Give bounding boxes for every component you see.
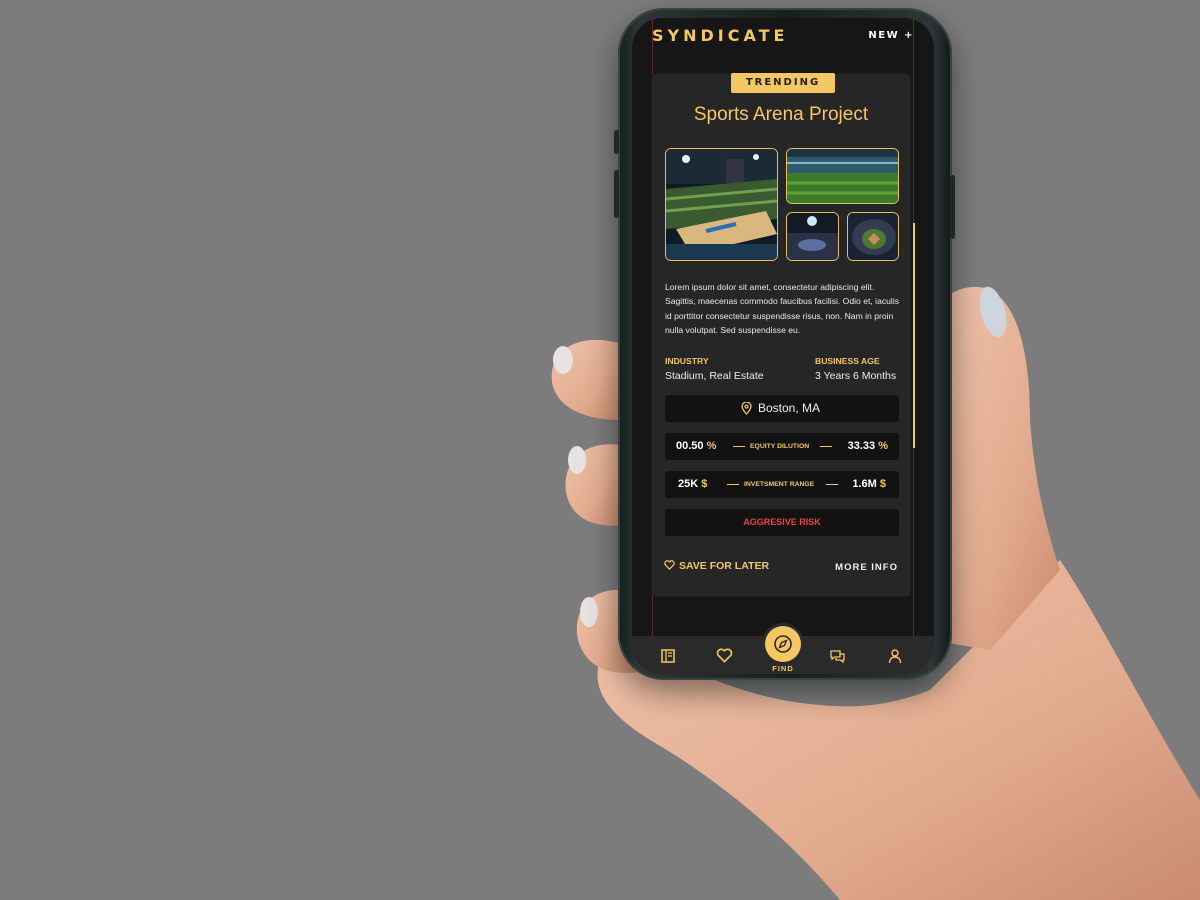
location-text: Boston, MA — [757, 401, 821, 415]
arena-photo-main[interactable] — [665, 148, 778, 261]
save-for-later-label: SAVE FOR LATER — [679, 560, 770, 572]
separator-line — [733, 446, 745, 447]
project-title: Sports Arena Project — [693, 104, 869, 125]
decor-line — [913, 223, 915, 448]
app-logo: SYNDICATE — [652, 26, 789, 45]
hand-illustration — [551, 286, 1200, 900]
risk-label: AGGRESIVE RISK — [743, 517, 821, 527]
equity-dilution-row: 00.50 % EQUITY DILUTION 33.33 % — [665, 433, 899, 460]
business-age-label: BUSINESS AGE — [815, 356, 880, 366]
heart-icon — [716, 648, 733, 663]
more-info-button[interactable]: MORE INFO — [835, 562, 898, 573]
separator-line — [820, 446, 832, 447]
equity-max: 33.33 % — [847, 440, 888, 452]
equity-min: 00.50 % — [676, 440, 717, 452]
investment-max: 1.6M $ — [852, 478, 886, 490]
business-age-value: 3 Years 6 Months — [815, 370, 897, 382]
industry-value: Stadium, Real Estate — [665, 370, 764, 382]
equity-dilution-label: EQUITY DILUTION — [750, 443, 810, 450]
save-for-later-button[interactable]: SAVE FOR LATER — [664, 560, 769, 572]
user-icon — [888, 649, 902, 664]
project-card: TRENDING Sports Arena Project Lorem ipsu… — [652, 73, 910, 596]
new-button[interactable]: NEW + — [868, 30, 914, 41]
nav-profile[interactable] — [887, 648, 905, 666]
industry-label: INDUSTRY — [665, 356, 709, 366]
project-description: Lorem ipsum dolor sit amet, consectetur … — [665, 282, 900, 335]
separator-line — [826, 484, 838, 485]
nav-favorites[interactable] — [716, 648, 734, 666]
stadium-photo-aerial[interactable] — [847, 212, 899, 261]
arena-photo-crowd[interactable] — [786, 212, 839, 261]
trending-badge: TRENDING — [731, 73, 835, 93]
phone-side-button — [614, 130, 619, 154]
compass-icon — [774, 635, 792, 653]
nav-catalog[interactable] — [660, 648, 678, 666]
separator-line — [727, 484, 739, 485]
phone-volume-button — [614, 170, 619, 218]
catalog-icon — [661, 649, 675, 663]
chat-icon — [830, 650, 845, 664]
find-button[interactable] — [765, 626, 801, 662]
app-screen: SYNDICATE NEW + TRENDING Sports Arena Pr… — [632, 18, 934, 674]
find-label: FIND — [772, 664, 794, 673]
investment-range-label: INVETSMENT RANGE — [744, 481, 815, 488]
risk-row: AGGRESIVE RISK — [665, 509, 899, 536]
phone-power-button — [950, 175, 955, 239]
heart-icon — [664, 560, 675, 570]
nav-messages[interactable] — [829, 648, 847, 666]
location-row[interactable]: Boston, MA — [665, 395, 899, 422]
stadium-photo-top[interactable] — [786, 148, 899, 204]
investment-range-row: 25K $ INVETSMENT RANGE 1.6M $ — [665, 471, 899, 498]
investment-min: 25K $ — [678, 478, 708, 490]
